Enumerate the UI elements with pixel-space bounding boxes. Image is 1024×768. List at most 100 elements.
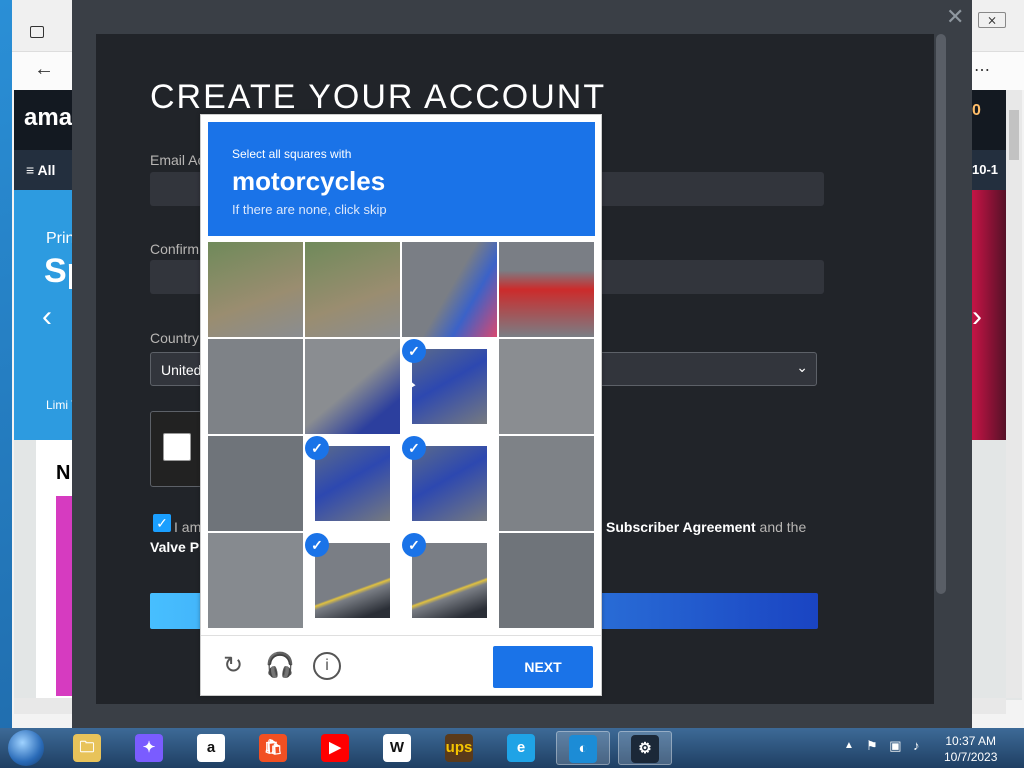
- tile-image: [412, 543, 487, 618]
- chevron-down-icon: ⌄: [796, 359, 808, 375]
- taskbar-ups-button[interactable]: ups: [432, 731, 486, 765]
- image-tile[interactable]: ✓: [402, 339, 497, 434]
- recaptcha-header: Select all squares with motorcycles If t…: [208, 122, 595, 236]
- agree-text: I am: [174, 519, 202, 535]
- image-tile[interactable]: ✓: [305, 436, 400, 531]
- selected-check-icon: ✓: [402, 436, 426, 460]
- instruction-text: Select all squares with: [232, 147, 352, 161]
- tile-image: [499, 533, 594, 628]
- agree-text-right: Subscriber Agreement and the: [606, 519, 806, 535]
- selected-check-icon: ✓: [402, 533, 426, 557]
- image-grid: ✓ ✓ ✓ ✓ ✓: [208, 242, 595, 629]
- clock-time: 10:37 AM: [945, 734, 997, 748]
- taskbar-youtube-button[interactable]: ▶: [308, 731, 362, 765]
- captcha-checkbox[interactable]: [163, 433, 191, 461]
- dialog-close-icon[interactable]: ✕: [946, 4, 964, 30]
- clock[interactable]: 10:37 AM 10/7/2023: [944, 733, 997, 765]
- image-tile[interactable]: [305, 242, 400, 337]
- amazon-icon: a: [197, 734, 225, 762]
- tile-image: [315, 543, 390, 618]
- taskbar: 🗀 ✦ a 🛍 ▶ Wups e ◐ ⚙ ▲ ⚑ ▣ ♪ 10:37 AM 10/7/2023: [0, 728, 1024, 768]
- image-tile[interactable]: [499, 339, 594, 434]
- nav-promo-text[interactable]: 10-1: [972, 162, 998, 177]
- cart-count[interactable]: 0: [972, 102, 981, 120]
- agree-checkbox[interactable]: ✓: [153, 514, 171, 532]
- tile-image: [305, 339, 400, 434]
- more-options-icon[interactable]: ⋯: [974, 60, 991, 80]
- clock-date: 10/7/2023: [944, 750, 998, 764]
- tray-icons[interactable]: ⚑ ▣ ♪: [866, 738, 924, 754]
- vertical-scrollbar[interactable]: [1006, 90, 1022, 698]
- tile-image: [402, 242, 497, 337]
- country-label: Country: [150, 330, 200, 346]
- image-tile[interactable]: ✓: [402, 533, 497, 628]
- taskbar-edge-button[interactable]: ◐: [556, 731, 610, 765]
- hero-prime-text: Prin: [46, 230, 75, 247]
- copilot-icon: ✦: [135, 734, 163, 762]
- selected-check-icon: ✓: [305, 533, 329, 557]
- image-tile[interactable]: [208, 533, 303, 628]
- taskbar-amazon-button[interactable]: a: [184, 731, 238, 765]
- image-tile[interactable]: [499, 436, 594, 531]
- image-tile[interactable]: [208, 242, 303, 337]
- skip-hint-text: If there are none, click skip: [232, 202, 387, 217]
- all-menu-button[interactable]: ≡ All: [26, 162, 55, 178]
- reload-icon[interactable]: ↻: [219, 652, 247, 680]
- steam-icon: ⚙: [631, 735, 659, 763]
- agree-suffix: and the: [755, 519, 807, 535]
- taskbar-copilot-button[interactable]: ✦: [122, 731, 176, 765]
- back-icon[interactable]: ←: [34, 58, 54, 81]
- privacy-policy-link[interactable]: Valve Pr: [150, 539, 205, 555]
- dialog-scrollbar[interactable]: [936, 34, 946, 594]
- window-close-button[interactable]: ⨯: [978, 12, 1006, 28]
- info-icon[interactable]: i: [313, 652, 341, 680]
- image-tile[interactable]: ✓: [305, 533, 400, 628]
- tab-actions-icon[interactable]: [30, 26, 44, 38]
- tile-image: [208, 533, 303, 628]
- confirm-email-label: Confirm: [150, 241, 200, 257]
- youtube-icon: ▶: [321, 734, 349, 762]
- tile-image: [499, 436, 594, 531]
- country-value: United: [161, 362, 202, 378]
- tile-image: [412, 446, 487, 521]
- carousel-prev-icon[interactable]: ‹: [42, 300, 52, 334]
- tile-image: [315, 446, 390, 521]
- edge-icon: ◐: [569, 735, 597, 763]
- scrollbar-thumb[interactable]: [1009, 110, 1019, 160]
- subscriber-agreement-link[interactable]: Subscriber Agreement: [606, 519, 756, 535]
- next-button[interactable]: NEXT: [493, 646, 593, 688]
- show-hidden-icons[interactable]: ▲: [844, 740, 854, 751]
- tile-image: [499, 242, 594, 337]
- taskbar-store-button[interactable]: 🛍: [246, 731, 300, 765]
- tile-image: [305, 242, 400, 337]
- wikipedia-icon: W: [383, 734, 411, 762]
- audio-icon[interactable]: 🎧: [265, 652, 295, 680]
- taskbar-steam-button[interactable]: ⚙: [618, 731, 672, 765]
- file-explorer-icon: 🗀: [73, 734, 101, 762]
- image-tile[interactable]: [305, 339, 400, 434]
- tile-image: [499, 339, 594, 434]
- image-tile[interactable]: ✓: [402, 436, 497, 531]
- card-title: N: [56, 462, 71, 484]
- image-tile[interactable]: [499, 533, 594, 628]
- taskbar-wikipedia-button[interactable]: W: [370, 731, 424, 765]
- taskbar-file-explorer-button[interactable]: 🗀: [60, 731, 114, 765]
- image-tile[interactable]: [208, 339, 303, 434]
- tile-image: [208, 242, 303, 337]
- recaptcha-challenge: Select all squares with motorcycles If t…: [200, 114, 602, 696]
- email-label: Email Ac: [150, 152, 205, 168]
- image-tile[interactable]: [208, 436, 303, 531]
- carousel-next-icon[interactable]: ›: [972, 300, 982, 334]
- ups-icon: ups: [445, 734, 473, 762]
- tile-image: [412, 349, 487, 424]
- start-button[interactable]: [8, 730, 44, 766]
- selected-check-icon: ✓: [402, 339, 426, 363]
- image-tile[interactable]: [402, 242, 497, 337]
- tile-image: [208, 339, 303, 434]
- store-icon: 🛍: [259, 734, 287, 762]
- tile-image: [208, 436, 303, 531]
- amazon-logo[interactable]: ama: [24, 104, 72, 132]
- image-tile[interactable]: [499, 242, 594, 337]
- taskbar-internet-explorer-button[interactable]: e: [494, 731, 548, 765]
- recaptcha-footer: ↻ 🎧 i NEXT: [201, 635, 601, 695]
